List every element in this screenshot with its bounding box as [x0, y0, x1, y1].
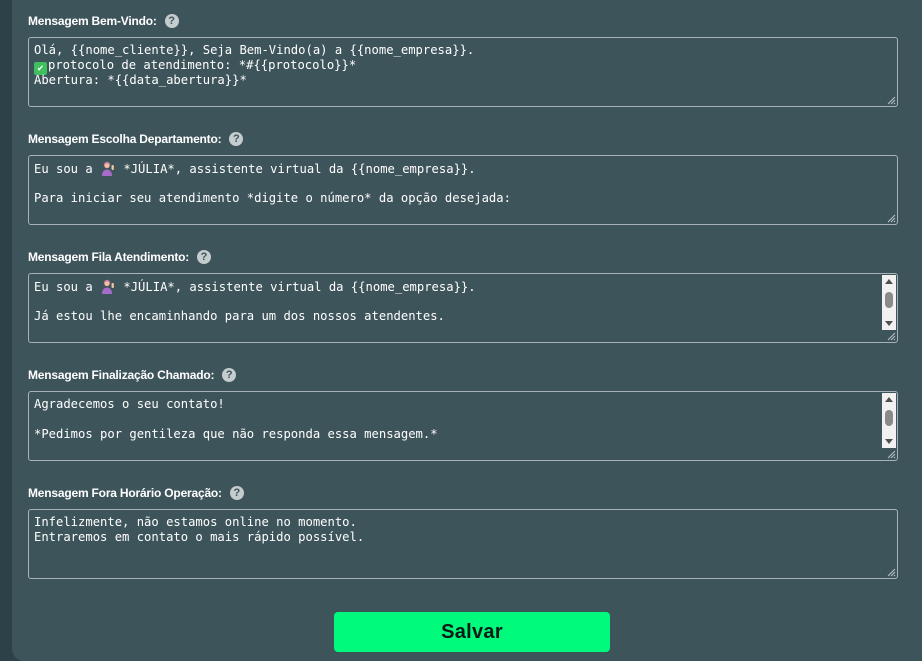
- department-message-textarea[interactable]: Eu sou a *JÚLIA*, assistente virtual da …: [28, 155, 898, 225]
- queue-message-textarea[interactable]: Eu sou a *JÚLIA*, assistente virtual da …: [28, 273, 898, 343]
- field-queue-message: Mensagem Fila Atendimento: ? Eu sou a *J…: [28, 248, 898, 343]
- woman-tipping-hand-icon: [102, 279, 114, 294]
- resize-grip-icon[interactable]: [886, 213, 896, 223]
- field-department-message: Mensagem Escolha Departamento: ? Eu sou …: [28, 130, 898, 225]
- welcome-message-textarea[interactable]: Olá, {{nome_cliente}}, Seja Bem-Vindo(a)…: [28, 37, 898, 107]
- scroll-up-arrow-icon[interactable]: [885, 279, 893, 284]
- text-line: Eu sou a *JÚLIA*, assistente virtual da …: [34, 279, 879, 294]
- closing-message-textarea[interactable]: Agradecemos o seu contato! *Pedimos por …: [28, 391, 898, 461]
- text-line: Agradecemos o seu contato!: [34, 397, 225, 411]
- text-line: Entraremos em contato o mais rápido poss…: [34, 530, 365, 544]
- field-welcome-message: Mensagem Bem-Vindo: ? Olá, {{nome_client…: [28, 12, 898, 107]
- field-label: Mensagem Fora Horário Operação:: [28, 486, 222, 500]
- text-segment: Eu sou a: [34, 162, 93, 176]
- text-line: Já estou lhe encaminhando para um dos no…: [34, 309, 445, 323]
- scrollbar-thumb[interactable]: [885, 292, 893, 308]
- field-label: Mensagem Finalização Chamado:: [28, 368, 215, 382]
- resize-grip-icon[interactable]: [886, 95, 896, 105]
- text-line: [34, 176, 879, 191]
- text-line: [34, 294, 879, 309]
- help-icon[interactable]: ?: [164, 14, 179, 28]
- scrollbar-thumb[interactable]: [885, 410, 893, 426]
- text-segment: *JÚLIA*, assistente virtual da {{nome_em…: [116, 162, 476, 176]
- text-line-content: protocolo de atendimento: *#{{protocolo}…: [48, 58, 357, 72]
- text-line: Para iniciar seu atendimento *digite o n…: [34, 191, 511, 205]
- text-line: Abertura: *{{data_abertura}}*: [34, 73, 247, 87]
- text-line: Infelizmente, não estamos online no mome…: [34, 515, 357, 529]
- text-segment: Eu sou a: [34, 280, 93, 294]
- field-label: Mensagem Fila Atendimento:: [28, 250, 190, 264]
- text-line: [34, 412, 879, 427]
- help-icon[interactable]: ?: [229, 486, 244, 500]
- woman-tipping-hand-icon: [102, 161, 114, 176]
- text-line: *Pedimos por gentileza que não responda …: [34, 427, 438, 441]
- resize-grip-icon[interactable]: [886, 567, 896, 577]
- textarea-scrollbar[interactable]: [882, 275, 896, 330]
- resize-grip-icon[interactable]: [886, 449, 896, 459]
- field-label: Mensagem Escolha Departamento:: [28, 132, 222, 146]
- field-label: Mensagem Bem-Vindo:: [28, 14, 157, 28]
- textarea-scrollbar[interactable]: [882, 393, 896, 448]
- field-off-hours-message: Mensagem Fora Horário Operação: ? Infeli…: [28, 484, 898, 579]
- scroll-down-arrow-icon[interactable]: [885, 321, 893, 326]
- help-icon[interactable]: ?: [229, 132, 244, 146]
- help-icon[interactable]: ?: [197, 250, 212, 264]
- text-segment: *JÚLIA*, assistente virtual da {{nome_em…: [116, 280, 476, 294]
- help-icon[interactable]: ?: [222, 368, 237, 382]
- text-line: ✔ protocolo de atendimento: *#{{protocolo…: [34, 58, 879, 75]
- resize-grip-icon[interactable]: [886, 331, 896, 341]
- scroll-up-arrow-icon[interactable]: [885, 397, 893, 402]
- settings-panel: Mensagem Bem-Vindo: ? Olá, {{nome_client…: [12, 0, 922, 661]
- field-closing-message: Mensagem Finalização Chamado: ? Agradece…: [28, 366, 898, 461]
- text-line: Olá, {{nome_cliente}}, Seja Bem-Vindo(a)…: [34, 43, 475, 57]
- save-button[interactable]: Salvar: [334, 612, 610, 652]
- text-line: Eu sou a *JÚLIA*, assistente virtual da …: [34, 161, 879, 176]
- off-hours-message-textarea[interactable]: Infelizmente, não estamos online no mome…: [28, 509, 898, 579]
- scroll-down-arrow-icon[interactable]: [885, 439, 893, 444]
